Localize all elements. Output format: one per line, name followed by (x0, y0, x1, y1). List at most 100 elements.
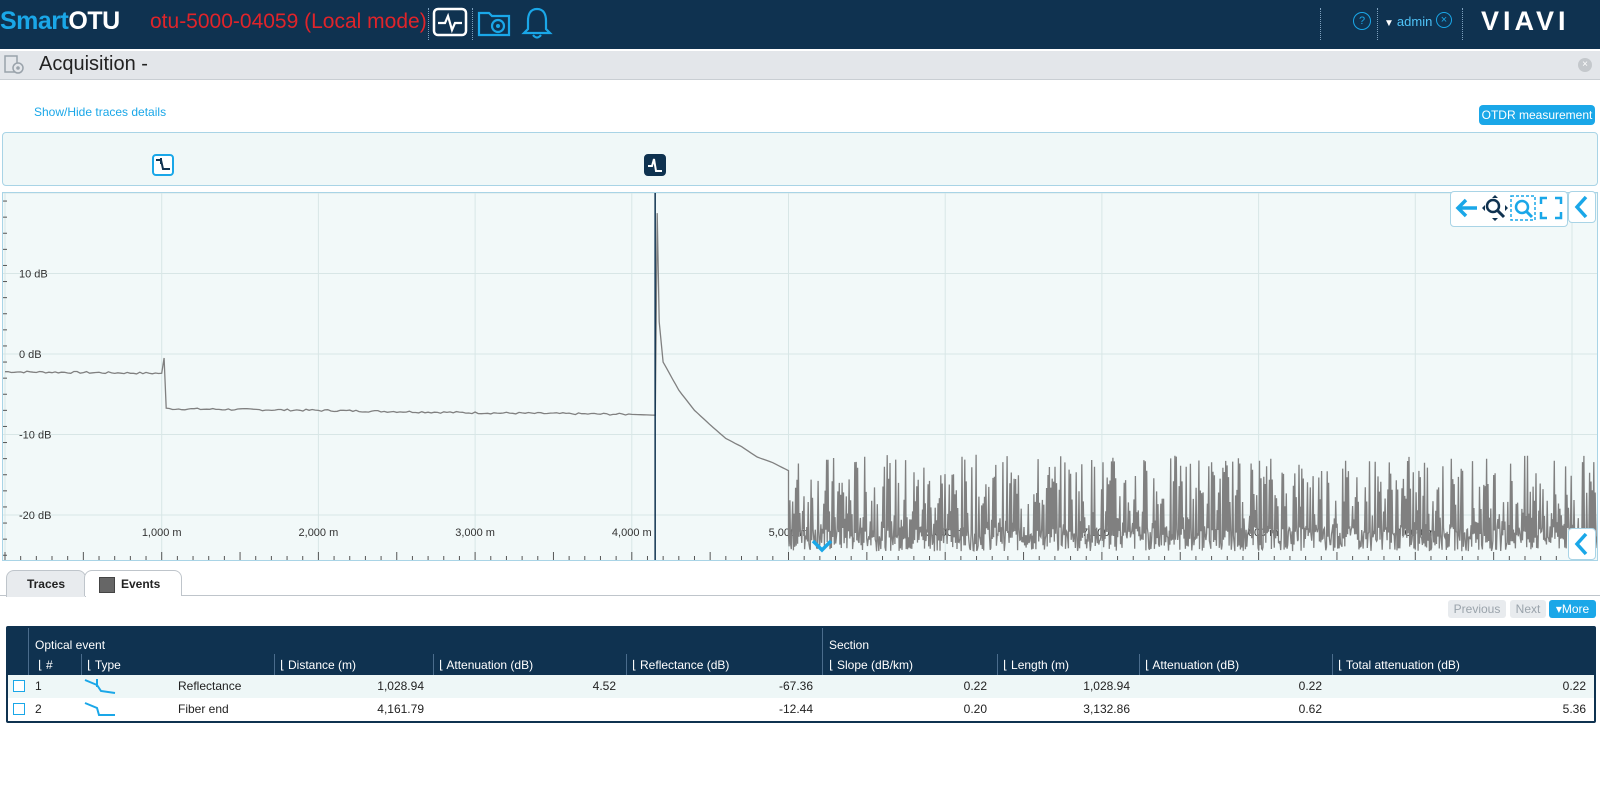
group-header-section: Section (829, 638, 870, 652)
pan-zoom-icon[interactable] (1481, 194, 1509, 222)
column-header-section-attenuation[interactable]: ⌊ Attenuation (dB) (1145, 658, 1239, 672)
cell-distance: 4,161.79 (377, 702, 424, 716)
y-tick-label: -20 dB (19, 510, 51, 522)
column-header-number[interactable]: ⌊ # (38, 658, 53, 672)
zoom-area-icon[interactable] (1509, 194, 1537, 222)
cell-section-attenuation: 0.22 (1298, 679, 1322, 693)
otdr-trace-chart[interactable]: 10 dB 0 dB -10 dB -20 dB 1,000 m 2,000 m 3,000… (2, 192, 1598, 561)
monitoring-icon[interactable] (432, 5, 468, 41)
x-tick-label: 1,000 m (142, 527, 182, 539)
cell-type: Reflectance (178, 679, 242, 693)
y-tick-label: 10 dB (19, 269, 48, 281)
header-separator (1462, 8, 1464, 40)
show-hide-traces-link[interactable]: Show/Hide traces details (34, 105, 166, 119)
fullscreen-icon[interactable] (1537, 194, 1565, 222)
column-header-reflectance[interactable]: ⌊ Reflectance (dB) (632, 658, 729, 672)
y-tick-label: 0 dB (19, 349, 42, 361)
reflectance-event-icon (156, 158, 170, 170)
page-title-bar: Acquisition - × (0, 51, 1600, 80)
configuration-folder-icon[interactable] (477, 5, 513, 41)
header-divider (1139, 654, 1140, 675)
header-divider (1332, 654, 1333, 675)
events-table: Optical event Section ⌊ # ⌊ Type ⌊ Dista… (6, 626, 1596, 723)
cell-total-attenuation: 5.36 (1562, 702, 1586, 716)
column-header-length[interactable]: ⌊ Length (m) (1003, 658, 1069, 672)
page-title: Acquisition - (39, 53, 148, 75)
chevron-down-icon[interactable] (809, 538, 835, 554)
event-marker-1[interactable] (152, 154, 174, 176)
help-icon[interactable]: ? (1353, 12, 1371, 30)
column-header-attenuation[interactable]: ⌊ Attenuation (dB) (439, 658, 533, 672)
table-row[interactable]: 2 Fiber end 4,161.79 -12.44 0.20 3,132.8… (8, 698, 1594, 721)
logout-icon[interactable]: × (1436, 12, 1452, 28)
previous-button[interactable]: Previous (1448, 600, 1506, 618)
table-header: Optical event Section ⌊ # ⌊ Type ⌊ Dista… (8, 628, 1594, 675)
header-divider (81, 654, 82, 675)
acquisition-gears-icon (4, 55, 24, 74)
tab-traces[interactable]: Traces (6, 570, 86, 597)
otdr-measurement-button[interactable]: OTDR measurement (1479, 105, 1595, 125)
cell-number: 2 (35, 702, 42, 716)
column-header-type[interactable]: ⌊ Type (87, 658, 121, 672)
cell-attenuation: 4.52 (592, 679, 616, 693)
header-separator (1377, 8, 1379, 40)
cell-total-attenuation: 0.22 (1562, 679, 1586, 693)
cell-reflectance: -12.44 (778, 702, 813, 716)
next-button[interactable]: Next (1510, 600, 1546, 618)
header-separator (428, 8, 430, 40)
header-divider (433, 654, 434, 675)
fiber-end-event-icon (84, 702, 115, 716)
otdr-trace-line (4, 213, 1597, 552)
chevron-left-icon (1574, 195, 1588, 219)
arrow-left-icon[interactable] (1453, 194, 1481, 222)
y-tick-label: -10 dB (19, 430, 51, 442)
tab-divider (0, 595, 1600, 596)
column-header-slope[interactable]: ⌊ Slope (dB/km) (829, 658, 913, 672)
caret-down-icon: ▼ (1384, 18, 1394, 29)
header-divider (997, 654, 998, 675)
header-divider (274, 654, 275, 675)
header-divider (626, 654, 627, 675)
cell-distance: 1,028.94 (377, 679, 424, 693)
event-marker-2[interactable] (644, 154, 666, 176)
header-divider (822, 628, 823, 675)
x-tick-label: 4,000 m (612, 527, 652, 539)
close-panel-icon[interactable]: × (1578, 58, 1592, 72)
event-marker-bar (2, 132, 1598, 186)
otdr-chart-canvas[interactable]: 10 dB 0 dB -10 dB -20 dB 1,000 m 2,000 m 3,000… (3, 193, 1597, 560)
reflectance-event-icon (84, 679, 116, 694)
events-color-icon (99, 576, 115, 593)
cell-type: Fiber end (178, 702, 229, 716)
more-button[interactable]: ▾More (1549, 600, 1596, 618)
collapse-panel-button-top[interactable] (1568, 191, 1596, 223)
column-header-distance[interactable]: ⌊ Distance (m) (280, 658, 356, 672)
cell-length: 3,132.86 (1083, 702, 1130, 716)
collapse-panel-button-bottom[interactable] (1568, 528, 1596, 560)
viavi-logo: VIAVI (1481, 6, 1570, 36)
x-tick-label: 2,000 m (299, 527, 339, 539)
header-divider (28, 628, 29, 675)
cell-length: 1,028.94 (1083, 679, 1130, 693)
column-header-total-attenuation[interactable]: ⌊ Total attenuation (dB) (1338, 658, 1460, 672)
otu-identifier: otu-5000-04059 (Local mode) (150, 10, 427, 33)
tab-events[interactable]: Events (84, 570, 182, 596)
top-bar: SmartOTU otu-5000-04059 (Local mode) ? ▼… (0, 0, 1600, 49)
cell-section-attenuation: 0.62 (1298, 702, 1322, 716)
user-menu[interactable]: ▼ admin (1384, 14, 1432, 29)
row-checkbox[interactable] (13, 703, 25, 715)
chevron-left-icon (1574, 532, 1588, 556)
cell-number: 1 (35, 679, 42, 693)
chart-toolbar (1450, 191, 1568, 227)
header-separator (472, 8, 474, 40)
fiber-end-event-icon (648, 158, 662, 172)
group-header-optical-event: Optical event (35, 638, 106, 652)
bell-icon[interactable] (519, 5, 555, 41)
app-brand: SmartOTU (0, 7, 120, 35)
table-row[interactable]: 1 Reflectance 1,028.94 4.52 -67.36 0.22 … (8, 675, 1594, 698)
cell-slope: 0.20 (963, 702, 987, 716)
header-separator (1320, 8, 1322, 40)
row-checkbox[interactable] (13, 680, 25, 692)
x-tick-label: 3,000 m (455, 527, 495, 539)
cell-reflectance: -67.36 (778, 679, 813, 693)
cell-slope: 0.22 (963, 679, 987, 693)
